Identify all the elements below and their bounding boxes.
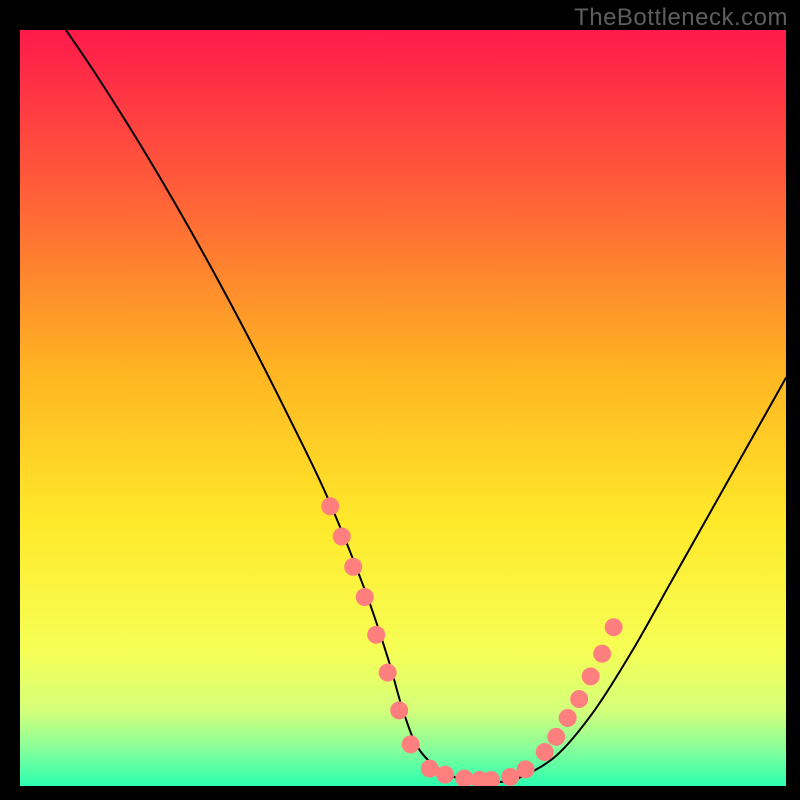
bottleneck-chart — [0, 0, 800, 800]
marker-dot — [421, 760, 439, 778]
chart-stage: TheBottleneck.com — [0, 0, 800, 800]
marker-dot — [517, 760, 535, 778]
marker-dot — [536, 743, 554, 761]
marker-dot — [333, 528, 351, 546]
watermark-text: TheBottleneck.com — [574, 4, 788, 32]
marker-dot — [501, 768, 519, 786]
marker-dot — [605, 618, 623, 636]
marker-dot — [402, 735, 420, 753]
marker-dot — [482, 771, 500, 789]
marker-dot — [593, 645, 611, 663]
marker-dot — [379, 664, 397, 682]
marker-dot — [582, 667, 600, 685]
marker-dot — [367, 626, 385, 644]
marker-dot — [547, 728, 565, 746]
marker-dot — [570, 690, 588, 708]
marker-dot — [356, 588, 374, 606]
marker-dot — [455, 769, 473, 787]
marker-dot — [436, 766, 454, 784]
plot-background — [20, 30, 786, 786]
marker-dot — [344, 558, 362, 576]
marker-dot — [321, 497, 339, 515]
marker-dot — [559, 709, 577, 727]
marker-dot — [390, 701, 408, 719]
